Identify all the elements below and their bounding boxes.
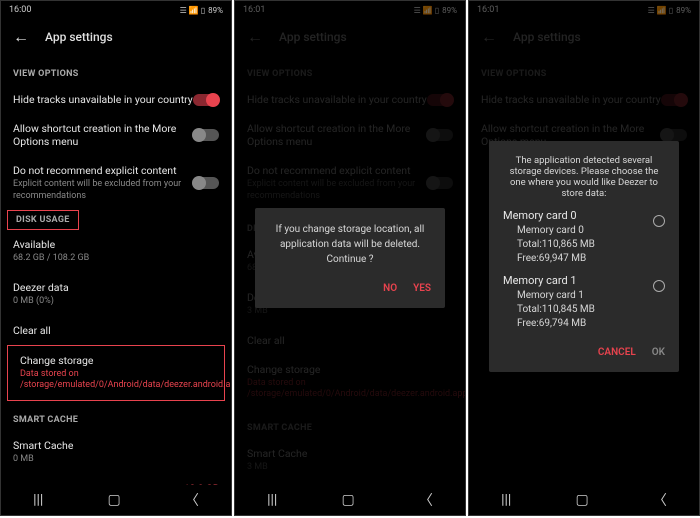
section-view-options: VIEW OPTIONS (1, 55, 231, 85)
nav-back-icon[interactable]: 〈 (185, 490, 199, 510)
dialog-no-button[interactable]: NO (383, 283, 397, 294)
back-icon[interactable]: ← (13, 27, 29, 47)
row-change-storage[interactable]: Change storage Data stored on /storage/e… (7, 345, 225, 401)
status-time: 16:00 (9, 5, 31, 15)
row-explicit[interactable]: Do not recommend explicit content Explic… (1, 156, 231, 210)
storage-option-1[interactable]: Memory card 1 Memory card 1 Total:110,84… (503, 274, 665, 331)
nav-recents-icon[interactable]: ||| (267, 492, 277, 508)
row-hide-tracks[interactable]: Hide tracks unavailable in your country (1, 85, 231, 114)
nav-home-icon[interactable]: ▢ (342, 492, 355, 508)
dialog-ok-button[interactable]: OK (652, 347, 665, 358)
row-smart-cache: Smart Cache 0 MB (1, 431, 231, 474)
toggle-explicit[interactable] (193, 177, 219, 189)
row-clear-all[interactable]: Clear all (1, 316, 231, 345)
radio-option-1[interactable] (653, 280, 665, 292)
storage-dialog: The application detected several storage… (489, 141, 679, 372)
toggle-hide-tracks[interactable] (193, 94, 219, 106)
dialog-yes-button[interactable]: YES (413, 283, 431, 294)
dialog-overlay: If you change storage location, all appl… (235, 1, 465, 515)
page-title: App settings (45, 30, 113, 44)
app-header: ← App settings (1, 19, 231, 55)
nav-home-icon[interactable]: ▢ (576, 492, 589, 508)
dialog-overlay: The application detected several storage… (469, 1, 699, 515)
nav-bar: ||| ▢ 〈 (235, 485, 465, 515)
phone-screen-2: 16:01 ☰ 📶 ▯ 89% ←App settings VIEW OPTIO… (234, 0, 466, 516)
nav-bar: ||| ▢ 〈 (1, 485, 231, 515)
row-shortcut[interactable]: Allow shortcut creation in the More Opti… (1, 114, 231, 156)
row-deezer-data: Deezer data 0 MB (0%) (1, 273, 231, 316)
section-disk-usage: DISK USAGE (7, 210, 79, 230)
dialog-cancel-button[interactable]: CANCEL (598, 347, 636, 358)
dialog-intro: The application detected several storage… (503, 155, 665, 199)
radio-option-0[interactable] (653, 215, 665, 227)
nav-back-icon[interactable]: 〈 (419, 490, 433, 510)
nav-bar: ||| ▢ 〈 (469, 485, 699, 515)
status-icons: ☰ 📶 ▯ 89% (180, 6, 223, 15)
dialog-message: If you change storage location, all appl… (269, 222, 431, 267)
section-smart-cache: SMART CACHE (1, 401, 231, 431)
row-available: Available 68.2 GB / 108.2 GB (1, 230, 231, 273)
storage-option-0[interactable]: Memory card 0 Memory card 0 Total:110,86… (503, 209, 665, 266)
phone-screen-3: 16:01 ☰ 📶 ▯ 89% ←App settings VIEW OPTIO… (468, 0, 700, 516)
nav-back-icon[interactable]: 〈 (653, 490, 667, 510)
phone-screen-1: 16:00 ☰ 📶 ▯ 89% ← App settings VIEW OPTI… (0, 0, 232, 516)
nav-recents-icon[interactable]: ||| (501, 492, 511, 508)
status-bar: 16:00 ☰ 📶 ▯ 89% (1, 1, 231, 19)
toggle-shortcut[interactable] (193, 129, 219, 141)
nav-home-icon[interactable]: ▢ (108, 492, 121, 508)
nav-recents-icon[interactable]: ||| (33, 492, 43, 508)
confirm-dialog: If you change storage location, all appl… (255, 208, 445, 308)
